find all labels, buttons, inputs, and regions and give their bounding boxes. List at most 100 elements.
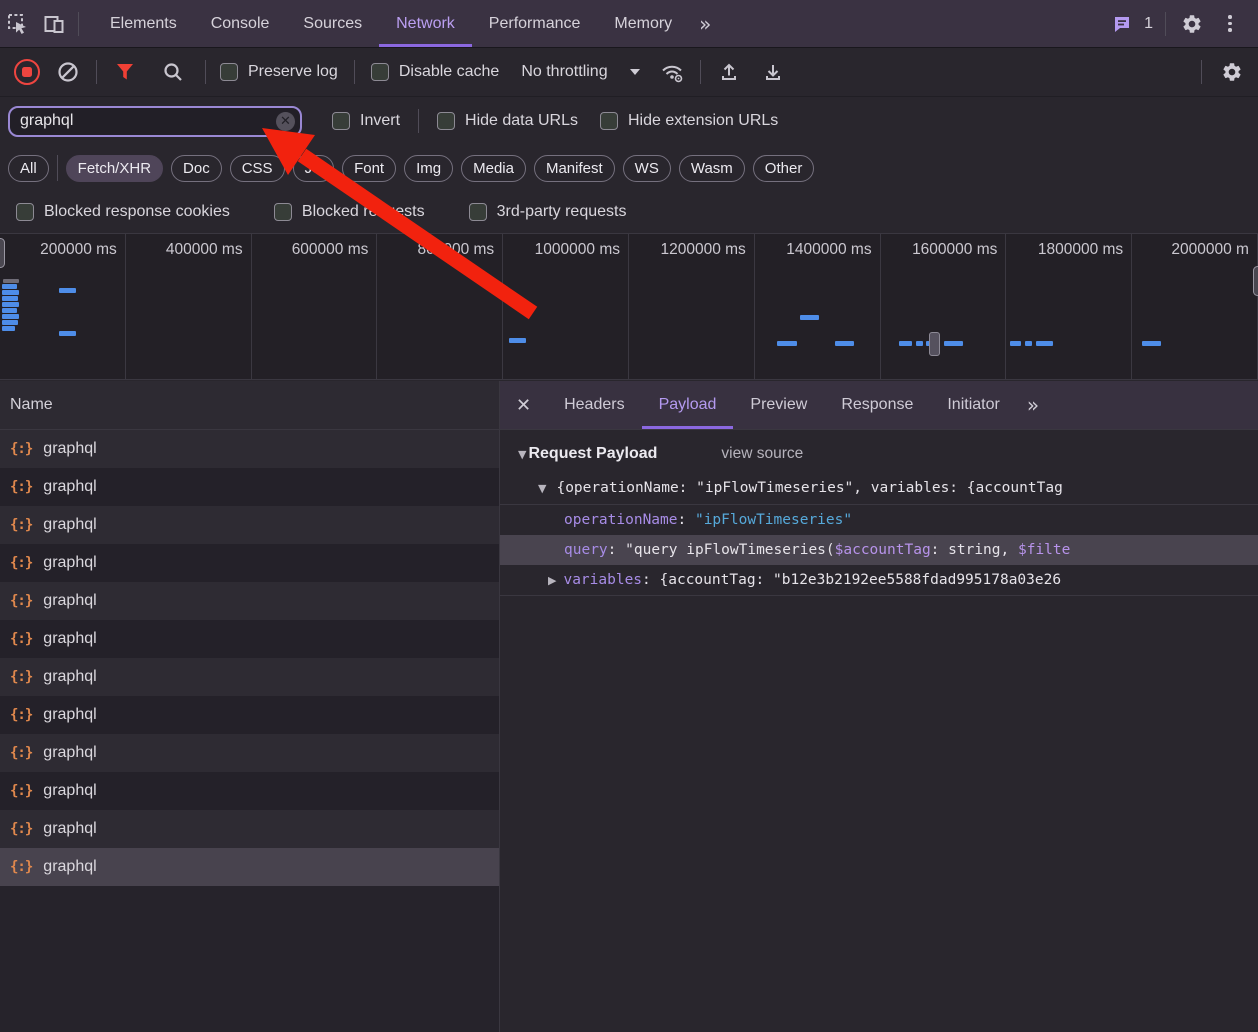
checkbox-box[interactable] [274,203,292,221]
separator [700,60,701,84]
filter-chip-ws[interactable]: WS [623,155,671,182]
kebab-menu-button[interactable] [1212,6,1248,42]
checkbox-box[interactable] [371,63,389,81]
expand-arrow-icon[interactable]: ▶ [548,574,556,587]
separator [1201,60,1202,84]
timeline-left-grip[interactable] [0,238,5,268]
tab-console[interactable]: Console [194,0,287,47]
filter-chip-img[interactable]: Img [404,155,453,182]
filter-chip-other[interactable]: Other [753,155,815,182]
filter-chip-fetch-xhr[interactable]: Fetch/XHR [66,155,163,182]
timeline-tick: 200000 ms [0,234,126,379]
request-row[interactable]: {:}graphql [0,468,499,506]
disable-cache-checkbox[interactable]: Disable cache [371,63,500,81]
blocked-requests-label: Blocked requests [302,203,425,221]
request-row[interactable]: {:}graphql [0,696,499,734]
hide-extension-urls-checkbox[interactable]: Hide extension URLs [600,112,778,130]
payload-row-variables[interactable]: ▶variables: {accountTag: "b12e3b2192ee55… [500,565,1258,595]
device-toolbar-button[interactable] [36,6,72,42]
checkbox-box[interactable] [220,63,238,81]
filter-toggle-button[interactable] [107,54,143,90]
filter-chip-manifest[interactable]: Manifest [534,155,615,182]
request-payload-section[interactable]: ▼ Request Payload view source [518,438,1258,470]
filter-chip-doc[interactable]: Doc [171,155,222,182]
inspect-cursor-icon [7,13,29,35]
collapse-arrow-icon[interactable]: ▼ [538,482,546,495]
details-tab-preview[interactable]: Preview [733,381,824,429]
request-row[interactable]: {:}graphql [0,430,499,468]
more-details-tabs-icon[interactable]: » [1017,393,1049,417]
request-row[interactable]: {:}graphql [0,772,499,810]
payload-root-row[interactable]: ▼{operationName: "ipFlowTimeseries", var… [500,472,1258,504]
tab-sources[interactable]: Sources [286,0,379,47]
details-tab-payload[interactable]: Payload [642,381,734,429]
checkbox-box[interactable] [332,112,350,130]
filter-chip-font[interactable]: Font [342,155,396,182]
filter-chip-all[interactable]: All [8,155,49,182]
request-row[interactable]: {:}graphql [0,544,499,582]
timeline-right-grip[interactable] [1253,266,1258,296]
filter-input[interactable] [8,106,302,137]
tab-performance[interactable]: Performance [472,0,598,47]
request-row[interactable]: {:}graphql [0,506,499,544]
network-conditions-button[interactable] [654,54,690,90]
checkbox-box[interactable] [469,203,487,221]
more-panels-icon[interactable]: » [689,12,721,36]
blocked-response-cookies-checkbox[interactable]: Blocked response cookies [16,203,230,221]
invert-checkbox[interactable]: Invert [332,112,400,130]
checkbox-box[interactable] [600,112,618,130]
filter-chip-media[interactable]: Media [461,155,526,182]
issues-button[interactable] [1104,6,1140,42]
request-row[interactable]: {:}graphql [0,582,499,620]
json-braces-icon: {:} [10,441,32,457]
request-row[interactable]: {:}graphql [0,848,499,886]
timeline-columns: 200000 ms400000 ms600000 ms800000 ms1000… [0,234,1258,379]
clear-filter-button[interactable]: ✕ [276,112,295,131]
devtools-main-tabbar: ElementsConsoleSourcesNetworkPerformance… [0,0,1258,48]
inspect-element-button[interactable] [0,6,36,42]
filter-chip-js[interactable]: JS [293,155,335,182]
timeline-tick: 1400000 ms [755,234,881,379]
network-overview-timeline[interactable]: 200000 ms400000 ms600000 ms800000 ms1000… [0,233,1258,380]
record-network-log-button[interactable] [14,59,40,85]
name-column-header[interactable]: Name [0,381,499,430]
payload-row-operationname[interactable]: operationName: "ipFlowTimeseries" [500,505,1258,535]
issues-count[interactable]: 1 [1144,15,1153,33]
payload-key: operationName [564,512,678,528]
json-braces-icon: {:} [10,479,32,495]
blocked-requests-checkbox[interactable]: Blocked requests [274,203,425,221]
filter-chip-wasm[interactable]: Wasm [679,155,745,182]
details-tab-initiator[interactable]: Initiator [930,381,1016,429]
preserve-log-checkbox[interactable]: Preserve log [220,63,338,81]
payload-row-query[interactable]: query: "query ipFlowTimeseries($accountT… [500,535,1258,565]
filter-chip-css[interactable]: CSS [230,155,285,182]
checkbox-box[interactable] [437,112,455,130]
request-row[interactable]: {:}graphql [0,658,499,696]
settings-button[interactable] [1174,6,1210,42]
details-tab-response[interactable]: Response [824,381,930,429]
network-toolbar: Preserve log Disable cache No throttling [0,48,1258,97]
close-details-button[interactable]: ✕ [516,395,531,416]
clear-network-log-button[interactable] [50,54,86,90]
export-har-button[interactable] [755,54,791,90]
request-row[interactable]: {:}graphql [0,734,499,772]
details-tab-headers[interactable]: Headers [547,381,641,429]
import-har-button[interactable] [711,54,747,90]
throttling-select[interactable]: No throttling [521,63,639,81]
payload-colon: : [608,542,625,558]
devtools-window: ElementsConsoleSourcesNetworkPerformance… [0,0,1258,1032]
tab-elements[interactable]: Elements [93,0,194,47]
collapse-arrow-icon[interactable]: ▼ [518,448,526,461]
view-source-link[interactable]: view source [721,445,803,463]
request-row[interactable]: {:}graphql [0,620,499,658]
tab-memory[interactable]: Memory [597,0,689,47]
filter-row: ✕ Invert Hide data URLs Hide extension U… [0,97,1258,145]
request-name: graphql [43,858,96,876]
checkbox-box[interactable] [16,203,34,221]
3rd-party-requests-checkbox[interactable]: 3rd-party requests [469,203,627,221]
request-row[interactable]: {:}graphql [0,810,499,848]
hide-data-urls-checkbox[interactable]: Hide data URLs [437,112,578,130]
search-button[interactable] [155,54,191,90]
network-settings-button[interactable] [1214,54,1250,90]
tab-network[interactable]: Network [379,0,472,47]
